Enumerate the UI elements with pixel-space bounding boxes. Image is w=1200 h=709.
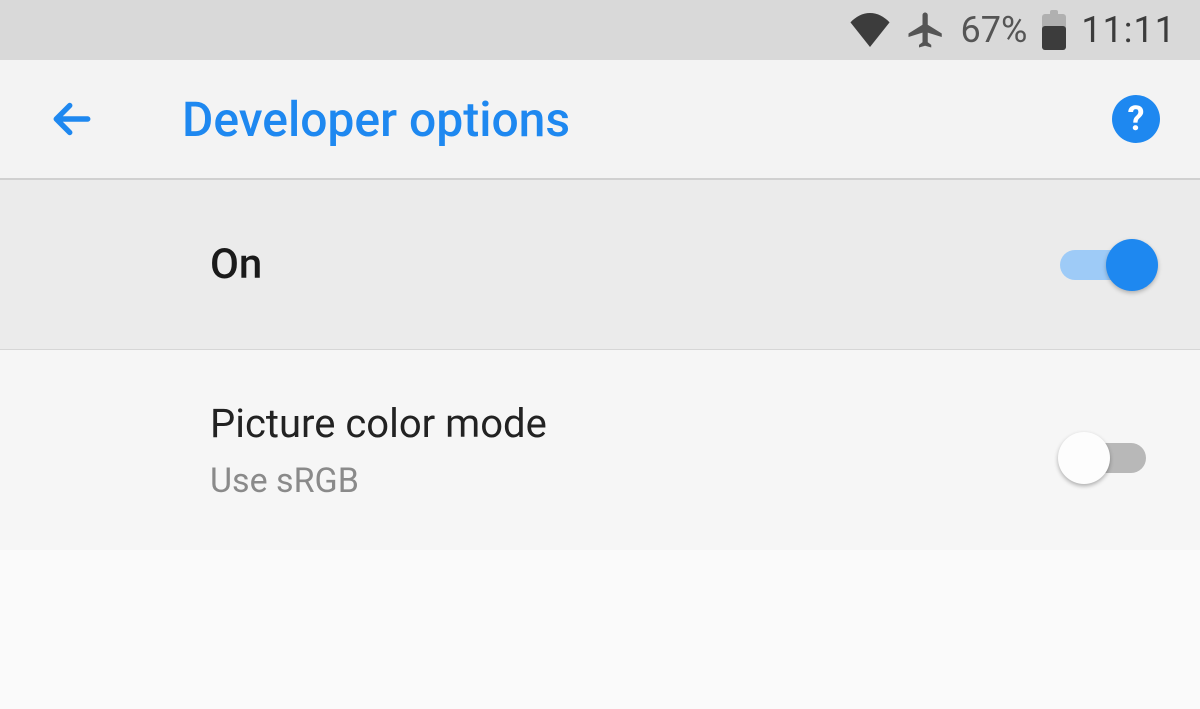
status-bar: 67% 11:11 (0, 0, 1200, 60)
battery-icon (1041, 10, 1067, 50)
clock: 11:11 (1081, 9, 1176, 51)
master-toggle-label: On (210, 240, 262, 289)
setting-toggle-switch[interactable] (1060, 430, 1156, 486)
help-button[interactable]: ? (1112, 95, 1160, 143)
master-toggle-switch[interactable] (1060, 237, 1156, 293)
master-toggle-row[interactable]: On (0, 180, 1200, 350)
switch-thumb (1058, 432, 1110, 484)
back-button[interactable] (42, 89, 102, 149)
switch-thumb (1106, 239, 1158, 291)
page-title: Developer options (102, 91, 1112, 148)
setting-text: Picture color mode Use sRGB (210, 400, 547, 501)
app-bar: Developer options ? (0, 60, 1200, 180)
question-mark-icon: ? (1128, 99, 1145, 139)
wifi-icon (849, 13, 891, 47)
airplane-mode-icon (905, 9, 947, 51)
setting-title: Picture color mode (210, 400, 547, 447)
setting-row-picture-color-mode[interactable]: Picture color mode Use sRGB (0, 350, 1200, 550)
battery-percentage: 67% (961, 9, 1028, 51)
setting-subtitle: Use sRGB (210, 461, 547, 501)
